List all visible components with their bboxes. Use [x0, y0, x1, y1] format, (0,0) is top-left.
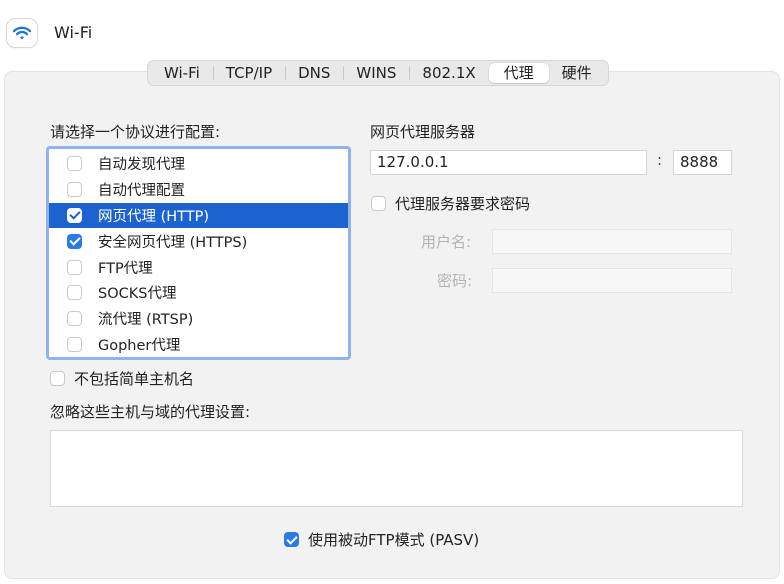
exclude-simple-hostnames-option[interactable]: 不包括简单主机名: [50, 368, 194, 389]
protocol-label: FTP代理: [98, 260, 153, 277]
exclude-simple-hostnames-label: 不包括简单主机名: [74, 370, 195, 388]
window-header: Wi-Fi: [0, 0, 784, 62]
window-title: Wi-Fi: [54, 23, 93, 42]
requires-password-checkbox[interactable]: [371, 196, 386, 211]
protocol-label: 自动代理配置: [98, 183, 185, 200]
checkbox[interactable]: [67, 285, 82, 301]
username-field[interactable]: [492, 229, 732, 254]
list-item[interactable]: 自动发现代理: [49, 151, 348, 177]
list-item[interactable]: Gopher代理: [49, 332, 348, 358]
tab-wifi[interactable]: Wi-Fi: [151, 63, 213, 83]
tab-bar: Wi-Fi TCP/IP DNS WINS 802.1X 代理 硬件: [147, 60, 609, 86]
protocol-label: SOCKS代理: [98, 286, 177, 303]
checkbox[interactable]: [67, 156, 82, 172]
proxy-port-input[interactable]: 8888: [673, 150, 732, 175]
protocol-label: 流代理 (RTSP): [98, 312, 194, 329]
tab-hardware[interactable]: 硬件: [549, 63, 605, 83]
protocol-label: 安全网页代理 (HTTPS): [98, 234, 248, 251]
protocol-list-label: 请选择一个协议进行配置:: [50, 123, 221, 141]
list-item[interactable]: SOCKS代理: [49, 280, 348, 306]
port-separator: :: [657, 151, 663, 169]
passive-ftp-checkbox[interactable]: [284, 532, 299, 547]
list-item[interactable]: 安全网页代理 (HTTPS): [49, 228, 348, 254]
passive-ftp-label: 使用被动FTP模式 (PASV): [308, 531, 480, 549]
requires-password-option[interactable]: 代理服务器要求密码: [371, 193, 530, 214]
protocol-label: Gopher代理: [98, 337, 181, 354]
protocol-label: 网页代理 (HTTP): [98, 208, 210, 225]
checkbox[interactable]: [67, 182, 82, 198]
password-field[interactable]: [492, 268, 732, 293]
checkbox[interactable]: [67, 207, 82, 223]
requires-password-label: 代理服务器要求密码: [395, 195, 531, 213]
protocol-list[interactable]: 自动发现代理 自动代理配置 网页代理 (HTTP) 安全网页代理 (HTTPS)…: [46, 146, 351, 360]
password-label: 密码:: [437, 272, 473, 290]
username-label: 用户名:: [421, 233, 472, 251]
wifi-icon: [7, 19, 37, 47]
list-item[interactable]: 流代理 (RTSP): [49, 306, 348, 332]
tab-proxies[interactable]: 代理: [488, 63, 549, 83]
tab-wins[interactable]: WINS: [343, 63, 409, 83]
list-item[interactable]: FTP代理: [49, 254, 348, 280]
exclude-simple-hostnames-checkbox[interactable]: [50, 371, 65, 386]
checkbox[interactable]: [67, 311, 82, 327]
tab-8021x[interactable]: 802.1X: [409, 63, 488, 83]
bypass-hosts-textarea[interactable]: [50, 430, 743, 507]
checkbox[interactable]: [67, 233, 82, 249]
list-item[interactable]: 自动代理配置: [49, 177, 348, 203]
checkbox[interactable]: [67, 259, 82, 275]
tab-dns[interactable]: DNS: [285, 63, 343, 83]
protocol-label: 自动发现代理: [98, 157, 185, 174]
web-proxy-server-label: 网页代理服务器: [370, 123, 476, 141]
bypass-label: 忽略这些主机与域的代理设置:: [50, 403, 251, 421]
list-item[interactable]: 网页代理 (HTTP): [49, 202, 348, 229]
proxy-host-input[interactable]: 127.0.0.1: [370, 150, 647, 175]
tab-tcpip[interactable]: TCP/IP: [212, 63, 285, 83]
passive-ftp-option[interactable]: 使用被动FTP模式 (PASV): [284, 529, 479, 550]
checkbox[interactable]: [67, 336, 82, 352]
